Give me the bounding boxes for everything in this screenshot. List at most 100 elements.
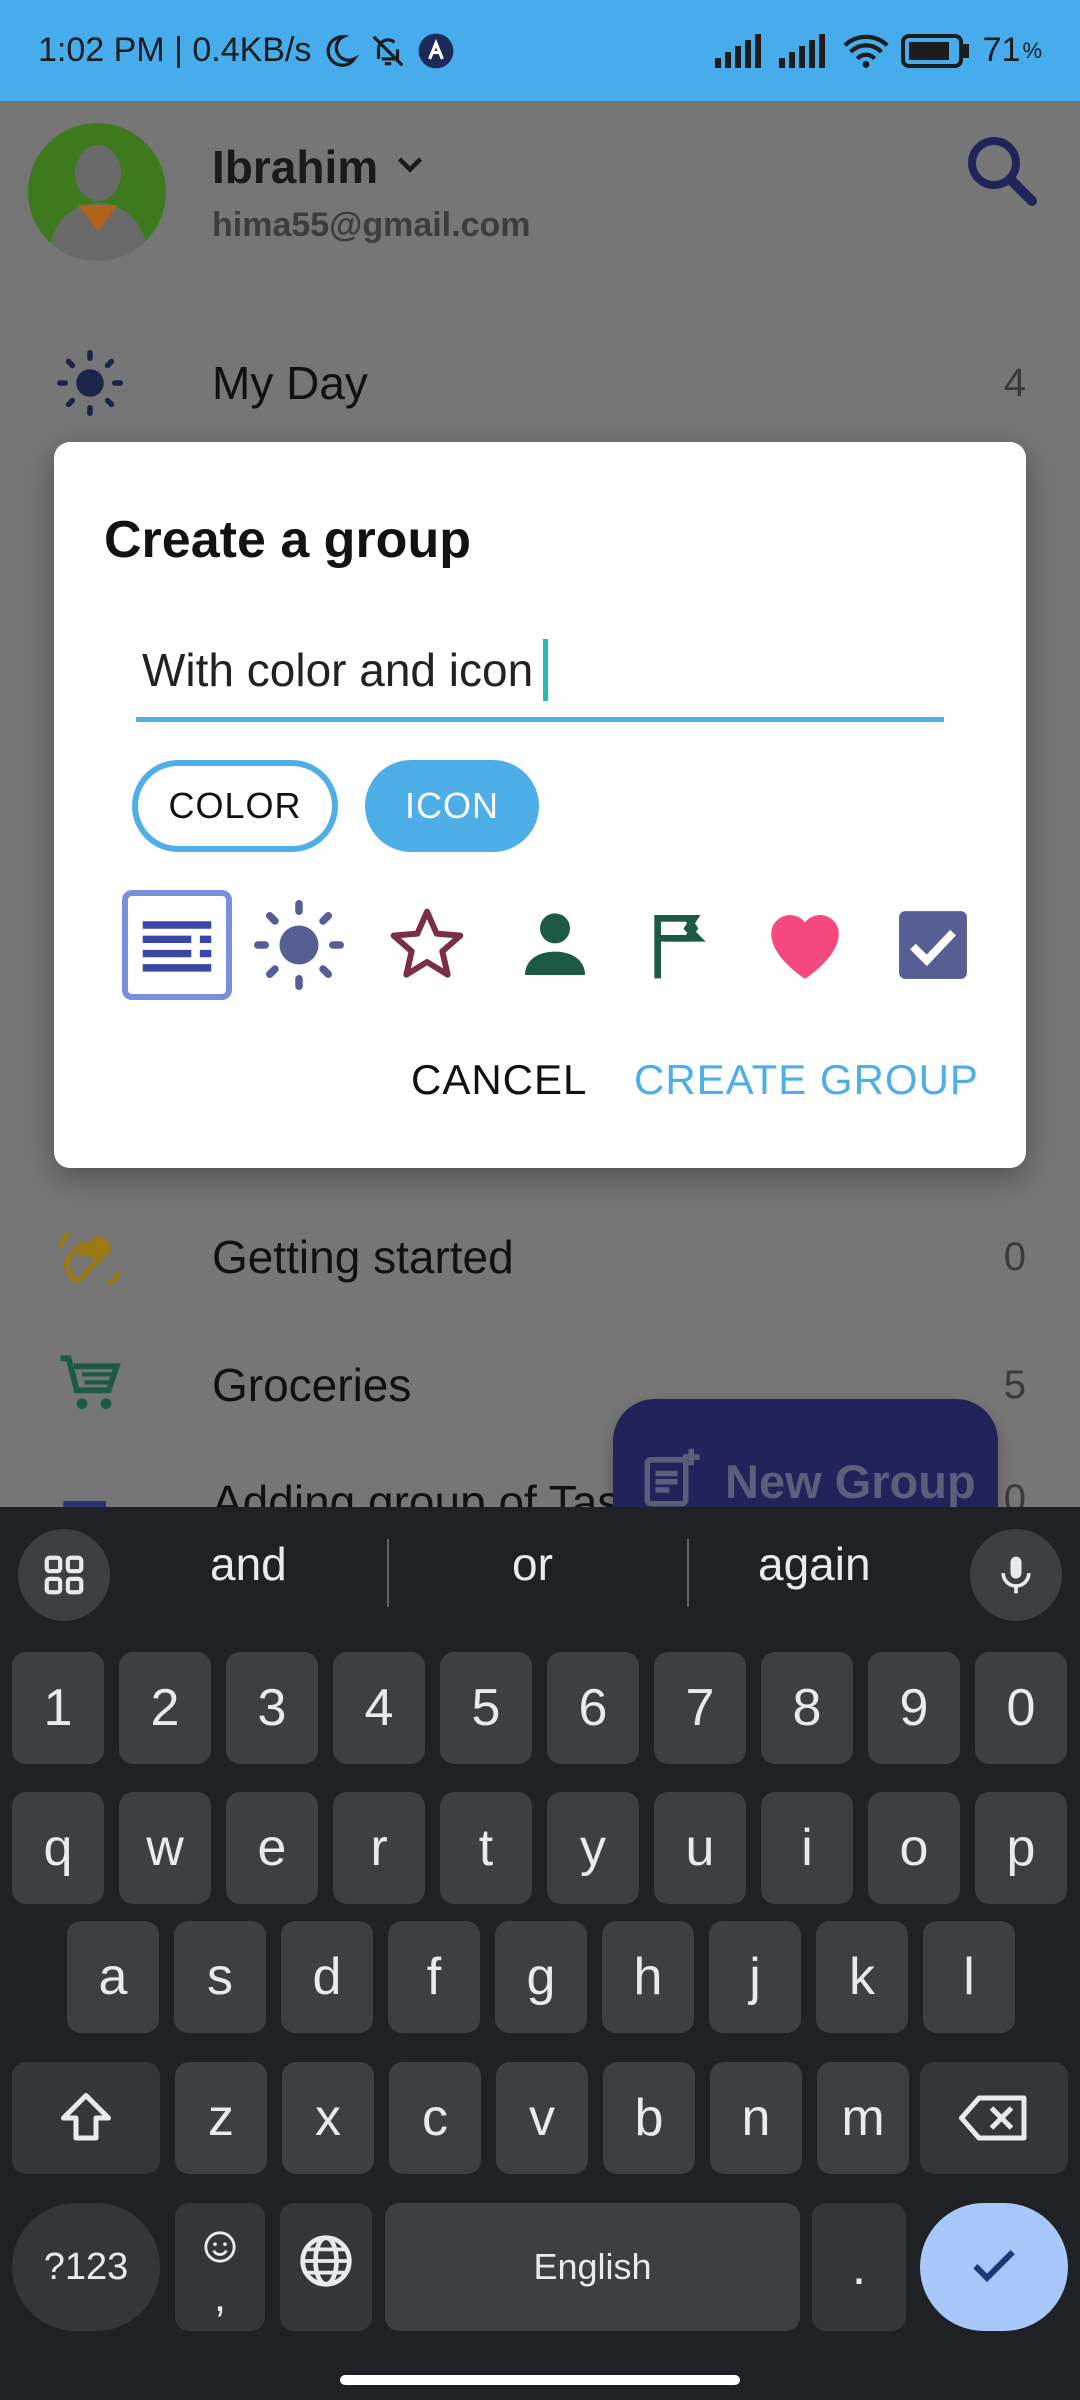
suggestion-item[interactable]: and: [210, 1537, 287, 1591]
globe-key[interactable]: [280, 2203, 372, 2331]
key-2[interactable]: 2: [119, 1652, 211, 1764]
key-8[interactable]: 8: [761, 1652, 853, 1764]
cart-icon: [54, 1349, 126, 1421]
symbols-key[interactable]: ?123: [12, 2203, 160, 2331]
suggestion-item[interactable]: or: [512, 1537, 553, 1591]
nav-item-my-day[interactable]: My Day 4: [0, 333, 1080, 433]
key-e[interactable]: e: [226, 1792, 318, 1904]
key-q[interactable]: q: [12, 1792, 104, 1904]
profile-header[interactable]: Ibrahim hima55@gmail.com: [28, 123, 530, 261]
person-icon[interactable]: [500, 890, 610, 1000]
key-y[interactable]: y: [547, 1792, 639, 1904]
key-a[interactable]: a: [67, 1921, 159, 2033]
checkbox-icon[interactable]: [878, 890, 988, 1000]
key-9[interactable]: 9: [868, 1652, 960, 1764]
color-toggle-button[interactable]: COLOR: [132, 760, 338, 852]
key-m[interactable]: m: [817, 2062, 909, 2174]
search-icon[interactable]: [962, 131, 1042, 211]
emoji-icon: [203, 2217, 237, 2277]
app-notification-icon: [417, 32, 455, 70]
nav-count: 5: [1003, 1362, 1026, 1407]
profile-email: hima55@gmail.com: [212, 205, 531, 244]
wifi-icon: [843, 33, 889, 69]
list-icon[interactable]: [122, 890, 232, 1000]
bell-off-icon: [369, 32, 407, 70]
key-f[interactable]: f: [388, 1921, 480, 2033]
heart-icon[interactable]: [750, 890, 860, 1000]
key-3[interactable]: 3: [226, 1652, 318, 1764]
key-p[interactable]: p: [975, 1792, 1067, 1904]
key-z[interactable]: z: [175, 2062, 267, 2174]
key-k[interactable]: k: [816, 1921, 908, 2033]
battery-level: 71: [982, 31, 1021, 69]
key-s[interactable]: s: [174, 1921, 266, 2033]
signal-icon-2: [778, 33, 831, 68]
emoji-comma-key[interactable]: ,: [175, 2203, 265, 2331]
home-indicator[interactable]: [340, 2375, 740, 2385]
text-caret: [543, 638, 549, 701]
key-b[interactable]: b: [603, 2062, 695, 2174]
key-t[interactable]: t: [440, 1792, 532, 1904]
key-6[interactable]: 6: [547, 1652, 639, 1764]
key-j[interactable]: j: [709, 1921, 801, 2033]
key-7[interactable]: 7: [654, 1652, 746, 1764]
key-h[interactable]: h: [602, 1921, 694, 2033]
key-n[interactable]: n: [710, 2062, 802, 2174]
waving-hand-icon: [54, 1221, 126, 1293]
profile-name: Ibrahim: [212, 140, 379, 193]
keyboard: and or again ?123 , English . 1234567890…: [0, 1507, 1080, 2400]
shift-key[interactable]: [12, 2062, 160, 2174]
sun-icon: [54, 347, 126, 419]
cancel-button[interactable]: CANCEL: [411, 1056, 587, 1104]
avatar[interactable]: [28, 123, 166, 261]
enter-key[interactable]: [920, 2203, 1068, 2331]
backspace-key[interactable]: [920, 2062, 1068, 2174]
nav-item-getting-started[interactable]: Getting started 0: [0, 1207, 1080, 1307]
icon-toggle-button[interactable]: ICON: [365, 760, 539, 852]
key-0[interactable]: 0: [975, 1652, 1067, 1764]
nav-label: My Day: [212, 357, 368, 409]
comma-label: ,: [213, 2272, 227, 2321]
suggestion-bar: and or again: [0, 1507, 1080, 1627]
key-l[interactable]: l: [923, 1921, 1015, 2033]
key-g[interactable]: g: [495, 1921, 587, 2033]
key-1[interactable]: 1: [12, 1652, 104, 1764]
chevron-down-icon[interactable]: [392, 140, 428, 194]
create-group-button[interactable]: CREATE GROUP: [634, 1056, 979, 1104]
key-u[interactable]: u: [654, 1792, 746, 1904]
group-name-input[interactable]: With color and icon: [136, 622, 944, 722]
create-group-dialog: Create a group With color and icon COLOR…: [54, 442, 1026, 1168]
globe-icon: [298, 2233, 354, 2302]
nav-count: 4: [1003, 360, 1026, 405]
sun-icon[interactable]: [244, 890, 354, 1000]
checkmark-icon: [966, 2237, 1022, 2298]
status-time: 1:02 PM | 0.4KB/s: [38, 31, 312, 69]
nav-label: Groceries: [212, 1359, 412, 1411]
flag-icon[interactable]: [626, 890, 736, 1000]
key-5[interactable]: 5: [440, 1652, 532, 1764]
new-group-label: New Group: [725, 1455, 976, 1508]
key-4[interactable]: 4: [333, 1652, 425, 1764]
key-v[interactable]: v: [496, 2062, 588, 2174]
apps-grid-icon[interactable]: [18, 1529, 110, 1621]
key-d[interactable]: d: [281, 1921, 373, 2033]
signal-icon: [714, 33, 767, 68]
dialog-title: Create a group: [104, 511, 471, 569]
star-icon[interactable]: [372, 890, 482, 1000]
key-i[interactable]: i: [761, 1792, 853, 1904]
key-r[interactable]: r: [333, 1792, 425, 1904]
group-name-value: With color and icon: [142, 643, 534, 696]
key-c[interactable]: c: [389, 2062, 481, 2174]
space-key[interactable]: English: [385, 2203, 800, 2331]
battery-icon: [900, 33, 971, 68]
key-x[interactable]: x: [282, 2062, 374, 2174]
status-bar: 1:02 PM | 0.4KB/s 71%: [0, 0, 1080, 101]
period-key[interactable]: .: [812, 2203, 906, 2331]
mic-icon[interactable]: [970, 1529, 1062, 1621]
nav-label: Getting started: [212, 1231, 514, 1283]
battery-unit: %: [1022, 37, 1042, 63]
key-o[interactable]: o: [868, 1792, 960, 1904]
suggestion-item[interactable]: again: [758, 1537, 871, 1591]
key-w[interactable]: w: [119, 1792, 211, 1904]
nav-count: 0: [1003, 1234, 1026, 1279]
